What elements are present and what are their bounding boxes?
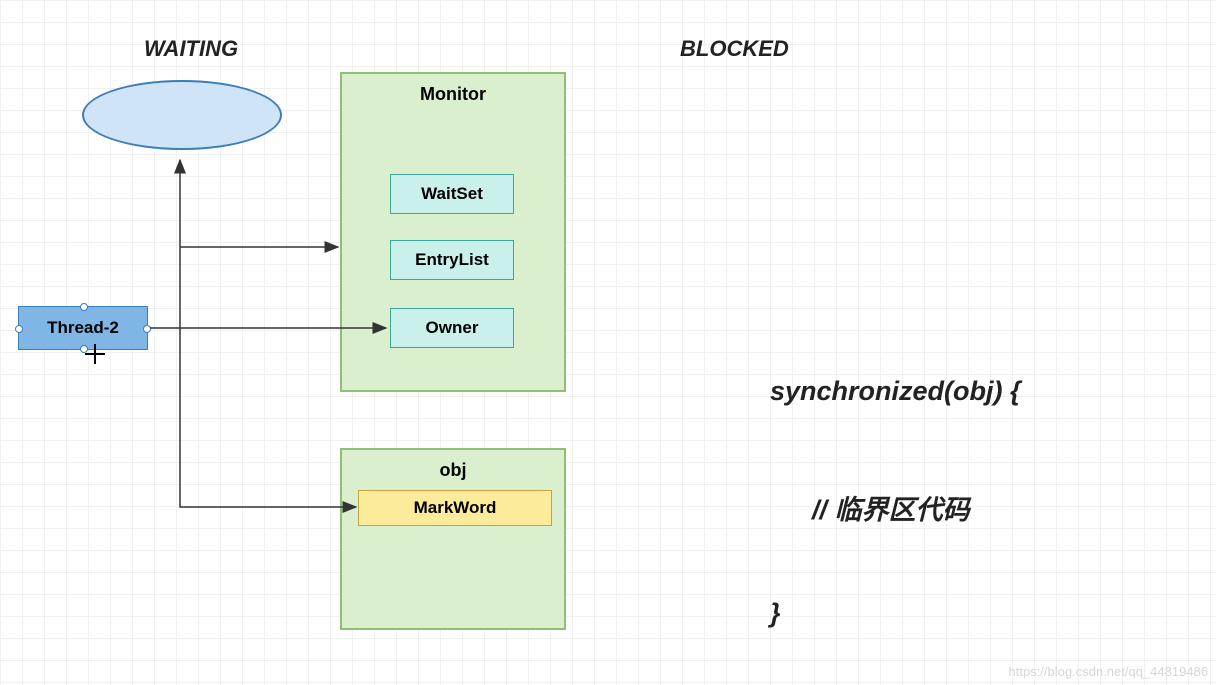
watermark-text: https://blog.csdn.net/qq_44819486 bbox=[1009, 664, 1209, 679]
waitset-label: WaitSet bbox=[421, 184, 483, 204]
selection-handle-icon[interactable] bbox=[143, 325, 151, 333]
obj-box: obj bbox=[340, 448, 566, 630]
entrylist-label: EntryList bbox=[415, 250, 489, 270]
selection-handle-icon[interactable] bbox=[15, 325, 23, 333]
arrow-to-markword bbox=[180, 328, 356, 507]
selection-handle-icon[interactable] bbox=[80, 303, 88, 311]
entrylist-box: EntryList bbox=[390, 240, 514, 280]
code-line-close: } bbox=[770, 598, 781, 629]
cursor-icon bbox=[85, 344, 105, 364]
owner-box: Owner bbox=[390, 308, 514, 348]
markword-label: MarkWord bbox=[414, 498, 497, 518]
code-line-sync: synchronized(obj) { bbox=[770, 376, 1021, 407]
markword-box: MarkWord bbox=[358, 490, 552, 526]
waiting-state-label: WAITING bbox=[144, 36, 238, 62]
thread2-label: Thread-2 bbox=[47, 318, 119, 338]
diagram-canvas: WAITING BLOCKED Monitor WaitSet EntryLis… bbox=[0, 0, 1216, 685]
owner-label: Owner bbox=[426, 318, 479, 338]
waiting-threads-ellipse bbox=[82, 80, 282, 150]
waitset-box: WaitSet bbox=[390, 174, 514, 214]
code-line-critical: // 临界区代码 bbox=[812, 488, 970, 527]
monitor-title: Monitor bbox=[420, 84, 486, 105]
obj-title: obj bbox=[440, 460, 467, 481]
thread2-node[interactable]: Thread-2 bbox=[18, 306, 148, 350]
blocked-state-label: BLOCKED bbox=[680, 36, 789, 62]
